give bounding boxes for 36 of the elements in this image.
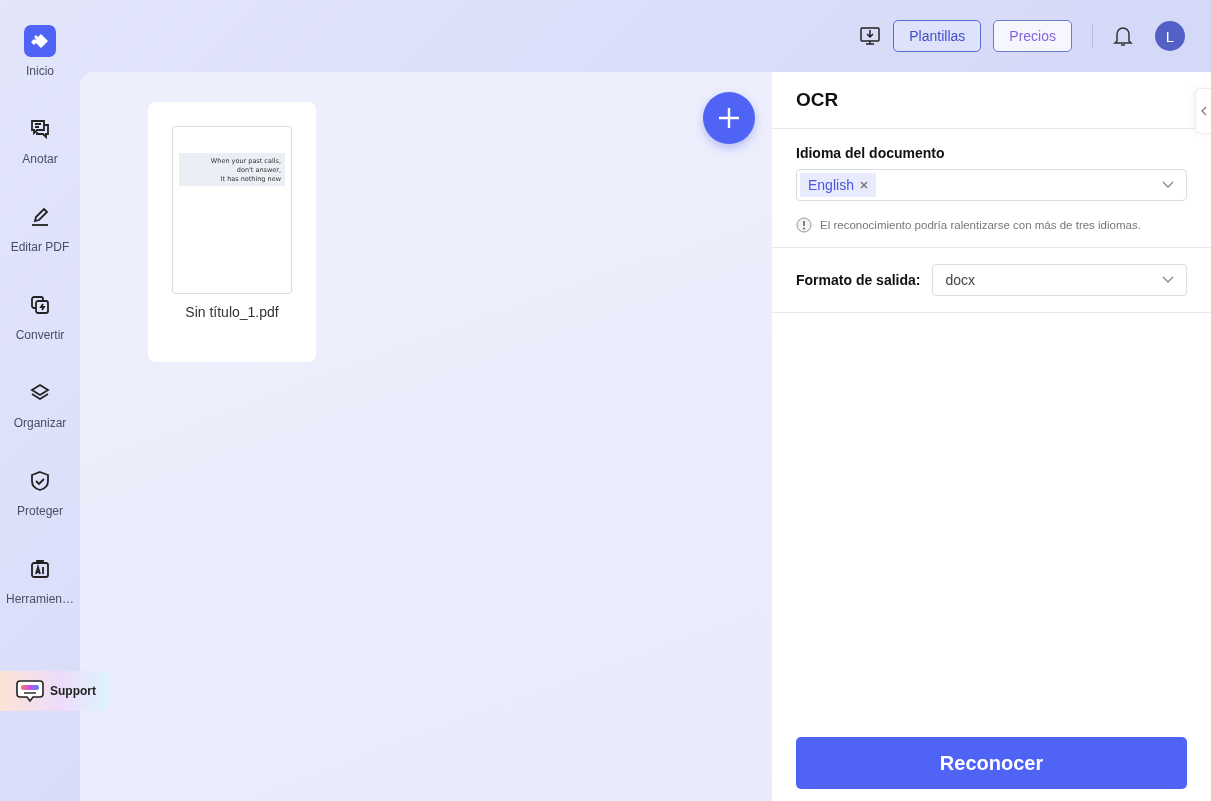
close-icon[interactable] [859,181,868,189]
sidebar-item[interactable]: Anotar [0,112,80,200]
header-button[interactable]: Precios [993,20,1072,52]
sidebar-item[interactable]: Inicio [0,24,80,112]
field-label: Formato de salida: [796,272,921,288]
sidebar-item[interactable]: Herramien… [0,552,80,640]
add-button[interactable] [703,92,755,144]
ai-toolbox-icon [29,558,51,580]
file-name: Sin título_1.pdf [185,304,279,320]
chat-icon [16,679,44,703]
collapse-handle[interactable] [1195,88,1211,134]
format-select[interactable]: docx [932,264,1187,296]
warning-icon [796,217,812,233]
hint-text: El reconocimiento podría ralentizarse con más de tres idiomas. [820,219,1141,231]
shield-icon [29,470,51,492]
sidebar-item[interactable]: Proteger [0,464,80,552]
desktop-download-icon[interactable] [859,25,882,47]
convert-icon [29,294,51,316]
language-select[interactable]: English [796,169,1187,201]
logo-icon [24,25,56,57]
recognize-button[interactable]: Reconocer [796,737,1187,789]
sidebar-item[interactable]: Editar PDF [0,200,80,288]
field-label: Idioma del documento [796,145,946,161]
user-avatar[interactable]: L [1155,21,1185,51]
sidebar-item[interactable]: Convertir [0,288,80,376]
plus-icon [717,106,741,130]
notification-bell-icon[interactable] [1113,25,1133,47]
support-button[interactable]: Support [0,671,110,711]
chevron-down-icon [1162,181,1174,189]
chevron-down-icon [1162,276,1174,284]
sidebar-item[interactable]: Organizar [0,376,80,464]
comment-icon [29,118,51,140]
header-button[interactable]: Plantillas [893,20,982,52]
chevron-left-icon [1200,106,1207,116]
pen-icon [29,206,51,228]
language-tag[interactable]: English [800,173,876,197]
